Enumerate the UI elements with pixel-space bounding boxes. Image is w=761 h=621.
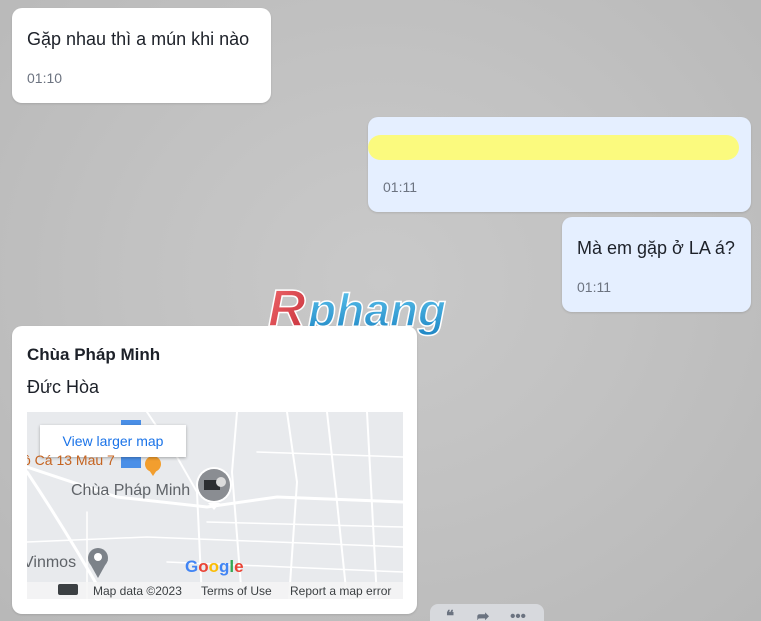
more-icon[interactable]: ••• <box>508 609 528 621</box>
location-subtitle: Đức Hòa <box>27 377 100 397</box>
report-error-link[interactable]: Report a map error <box>290 584 391 598</box>
place-photo-pin[interactable] <box>194 466 234 512</box>
embedded-map[interactable]: View larger map ô Cá 13 Mau 7 Chùa Pháp … <box>27 412 403 599</box>
share-icon[interactable]: ➦ <box>473 609 493 621</box>
location-card[interactable]: Chùa Pháp Minh Đức Hòa View larger map ô… <box>12 326 417 614</box>
message-bubble-incoming[interactable]: Gặp nhau thì a mún khi nào 01:10 <box>12 8 271 103</box>
keyboard-icon[interactable] <box>58 584 78 595</box>
message-time: 01:11 <box>577 279 611 295</box>
message-bubble-outgoing[interactable]: Mà em gặp ở LA á? 01:11 <box>562 217 751 312</box>
quote-icon[interactable]: ❝ <box>440 609 460 621</box>
message-text: Mà em gặp ở LA á? <box>577 238 735 258</box>
message-actions-bar: ❝ ➦ ••• <box>430 604 544 621</box>
redacted-highlight <box>368 135 739 160</box>
location-title: Chùa Pháp Minh <box>27 345 161 364</box>
message-time: 01:10 <box>27 70 63 86</box>
map-place-label: Chùa Pháp Minh <box>71 482 191 499</box>
message-bubble-outgoing[interactable]: 01:11 <box>368 117 751 212</box>
terms-link[interactable]: Terms of Use <box>201 584 272 598</box>
map-poi-label: ô Cá 13 Mau 7 <box>27 452 115 468</box>
map-attribution-bar: Map data ©2023 Terms of Use Report a map… <box>27 582 403 599</box>
message-time: 01:11 <box>383 179 417 195</box>
message-text: Gặp nhau thì a mún khi nào <box>27 29 250 49</box>
map-poi-label: Vinmos <box>27 554 77 571</box>
map-data-text: Map data ©2023 <box>93 584 182 598</box>
google-logo: Google <box>185 557 244 576</box>
